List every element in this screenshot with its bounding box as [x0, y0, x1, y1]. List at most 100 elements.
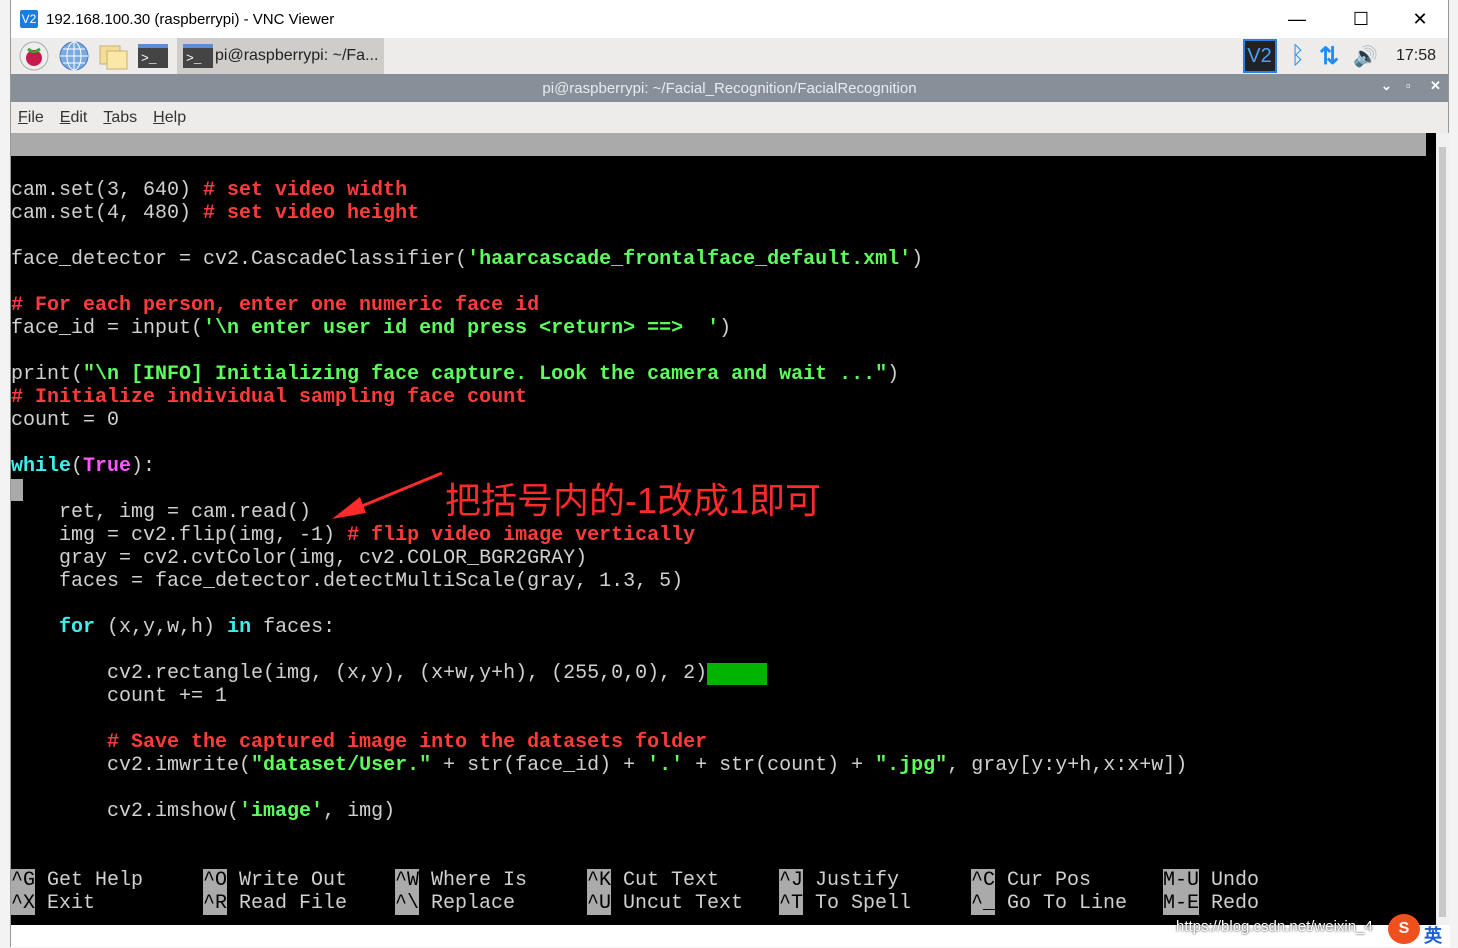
minimize-button[interactable]: — — [1277, 6, 1317, 32]
terminal-icon[interactable]: >_ — [137, 41, 171, 71]
scrollbar-thumb[interactable] — [1439, 147, 1446, 917]
code-line: face_id = input('\n enter user id end pr… — [11, 317, 1187, 340]
terminal-maximize-button[interactable]: ▫ — [1406, 78, 1411, 93]
terminal-title: pi@raspberrypi: ~/Facial_Recognition/Fac… — [542, 79, 917, 97]
nano-version: GNU nano 3.2 — [35, 156, 180, 179]
shortcut-label: To Spell — [815, 892, 912, 915]
shortcut-replace: ^\ Replace — [395, 892, 585, 915]
shortcut-key: ^X — [11, 892, 36, 915]
code-token: for — [59, 616, 96, 639]
code-token: count = 0 — [11, 409, 120, 432]
shortcut-justify: ^J Justify — [779, 869, 969, 892]
code-line: count += 1 — [11, 685, 1187, 708]
code-token: + str(count) + — [683, 754, 876, 777]
pi-taskbar: >_ >_ pi@raspberrypi: ~/Fa... V2 ᛒ ⇅ 🔊 17… — [11, 38, 1448, 74]
code-line: cam.set(3, 640) # set video width — [11, 179, 1187, 202]
shortcut-label: Undo — [1211, 869, 1260, 892]
code-token: # set video width — [203, 179, 408, 202]
vnc-icon[interactable]: V2 — [1242, 39, 1277, 73]
shortcut-key: ^J — [779, 869, 804, 892]
terminal-menubar: File Edit Tabs Help — [11, 102, 1448, 133]
terminal-icon: >_ — [183, 44, 213, 68]
code-token: "\n [INFO] Initializing face capture. Lo… — [83, 363, 888, 386]
shortcut-write-out: ^O Write Out — [203, 869, 393, 892]
code-token: '\n enter user id end press <return> ==>… — [203, 317, 720, 340]
code-token: # For each person, enter one numeric fac… — [11, 294, 540, 317]
code-token: print( — [11, 363, 84, 386]
code-token: ret, img = cam.read() — [11, 501, 312, 524]
raspberry-menu-icon[interactable] — [17, 41, 51, 71]
shortcut-label: Redo — [1211, 892, 1260, 915]
shortcut-key: ^K — [587, 869, 612, 892]
code-token: ) — [887, 363, 900, 386]
shortcut-get-help: ^G Get Help — [11, 869, 201, 892]
sogou-ime-icon[interactable]: S — [1388, 914, 1420, 944]
menu-file[interactable]: File — [18, 109, 44, 127]
code-line: print("\n [INFO] Initializing face captu… — [11, 363, 1187, 386]
network-icon[interactable]: ⇅ — [1319, 42, 1339, 71]
csdn-watermark: https://blog.csdn.net/weixin_4 — [1176, 918, 1373, 935]
terminal-screen[interactable]: GNU nano 3.2 01_face_dataset.py cam.set(… — [11, 133, 1436, 925]
file-manager-icon[interactable] — [97, 41, 131, 71]
bluetooth-icon[interactable]: ᛒ — [1291, 42, 1305, 70]
code-line: # For each person, enter one numeric fac… — [11, 294, 1187, 317]
code-token: ".jpg" — [875, 754, 948, 777]
code-token: cv2.rectangle(img, (x,y), (x+w,y+h), (25… — [11, 662, 708, 685]
code-token: gray = cv2.cvtColor(img, cv2.COLOR_BGR2G… — [11, 547, 588, 570]
code-line: # Save the captured image into the datas… — [11, 731, 1187, 754]
code-token: 'image' — [239, 800, 324, 823]
browser-globe-icon[interactable] — [57, 41, 91, 71]
annotation-arrow — [332, 471, 443, 519]
shortcut-label: Cut Text — [623, 869, 720, 892]
code-token: + str(face_id) + — [431, 754, 648, 777]
shortcut-go-to-line: ^_ Go To Line — [971, 892, 1161, 915]
terminal-prompt-glyph: >_ — [138, 44, 168, 68]
code-token: face_id = input( — [11, 317, 204, 340]
code-token: img = cv2.flip(img, -1) — [11, 524, 348, 547]
code-token: # flip video image vertically — [347, 524, 696, 547]
code-token: "dataset/User." — [251, 754, 432, 777]
shortcut-label: Uncut Text — [623, 892, 744, 915]
shortcut-key: ^W — [395, 869, 420, 892]
menu-help[interactable]: Help — [153, 109, 186, 127]
shortcut-cut-text: ^K Cut Text — [587, 869, 777, 892]
code-line: for (x,y,w,h) in faces: — [11, 616, 1187, 639]
terminal-close-button[interactable]: ✕ — [1430, 78, 1441, 94]
shortcut-label: Exit — [47, 892, 96, 915]
code-line: cv2.imwrite("dataset/User." + str(face_i… — [11, 754, 1187, 777]
shortcut-key: ^G — [11, 869, 36, 892]
code-token: True — [83, 455, 132, 478]
close-button[interactable]: ✕ — [1400, 6, 1440, 32]
code-token: face_detector = cv2.CascadeClassifier( — [11, 248, 468, 271]
menu-edit[interactable]: Edit — [60, 109, 88, 127]
task-label: pi@raspberrypi: ~/Fa... — [215, 47, 379, 64]
vnc-logo-icon: V2 — [20, 10, 38, 28]
terminal-minimize-button[interactable]: ⌄ — [1381, 78, 1392, 94]
shortcut-key: ^U — [587, 892, 612, 915]
shortcut-key: M-U — [1163, 869, 1200, 892]
text-cursor — [11, 479, 23, 501]
code-token: ): — [131, 455, 156, 478]
code-token: cam.set(3, 640) — [11, 179, 204, 202]
code-token: cv2.imshow( — [11, 800, 240, 823]
shortcut-key: ^O — [203, 869, 228, 892]
window-titlebar: V2 192.168.100.30 (raspberrypi) - VNC Vi… — [11, 0, 1448, 38]
taskbar-terminal-task[interactable]: >_ pi@raspberrypi: ~/Fa... — [177, 38, 385, 74]
shortcut-label: Replace — [431, 892, 516, 915]
menu-tabs[interactable]: Tabs — [103, 109, 137, 127]
volume-icon[interactable]: 🔊 — [1353, 44, 1378, 69]
ime-language-indicator[interactable]: 英 — [1424, 922, 1442, 948]
code-token: # Save the captured image into the datas… — [107, 731, 708, 754]
clock: 17:58 — [1395, 47, 1436, 64]
shortcut-label: Where Is — [431, 869, 528, 892]
shortcut-uncut-text: ^U Uncut Text — [587, 892, 777, 915]
shortcut-where-is: ^W Where Is — [395, 869, 585, 892]
maximize-button[interactable]: ☐ — [1341, 6, 1381, 32]
terminal-scrollbar[interactable] — [1436, 133, 1449, 925]
shortcut-cur-pos: ^C Cur Pos — [971, 869, 1161, 892]
